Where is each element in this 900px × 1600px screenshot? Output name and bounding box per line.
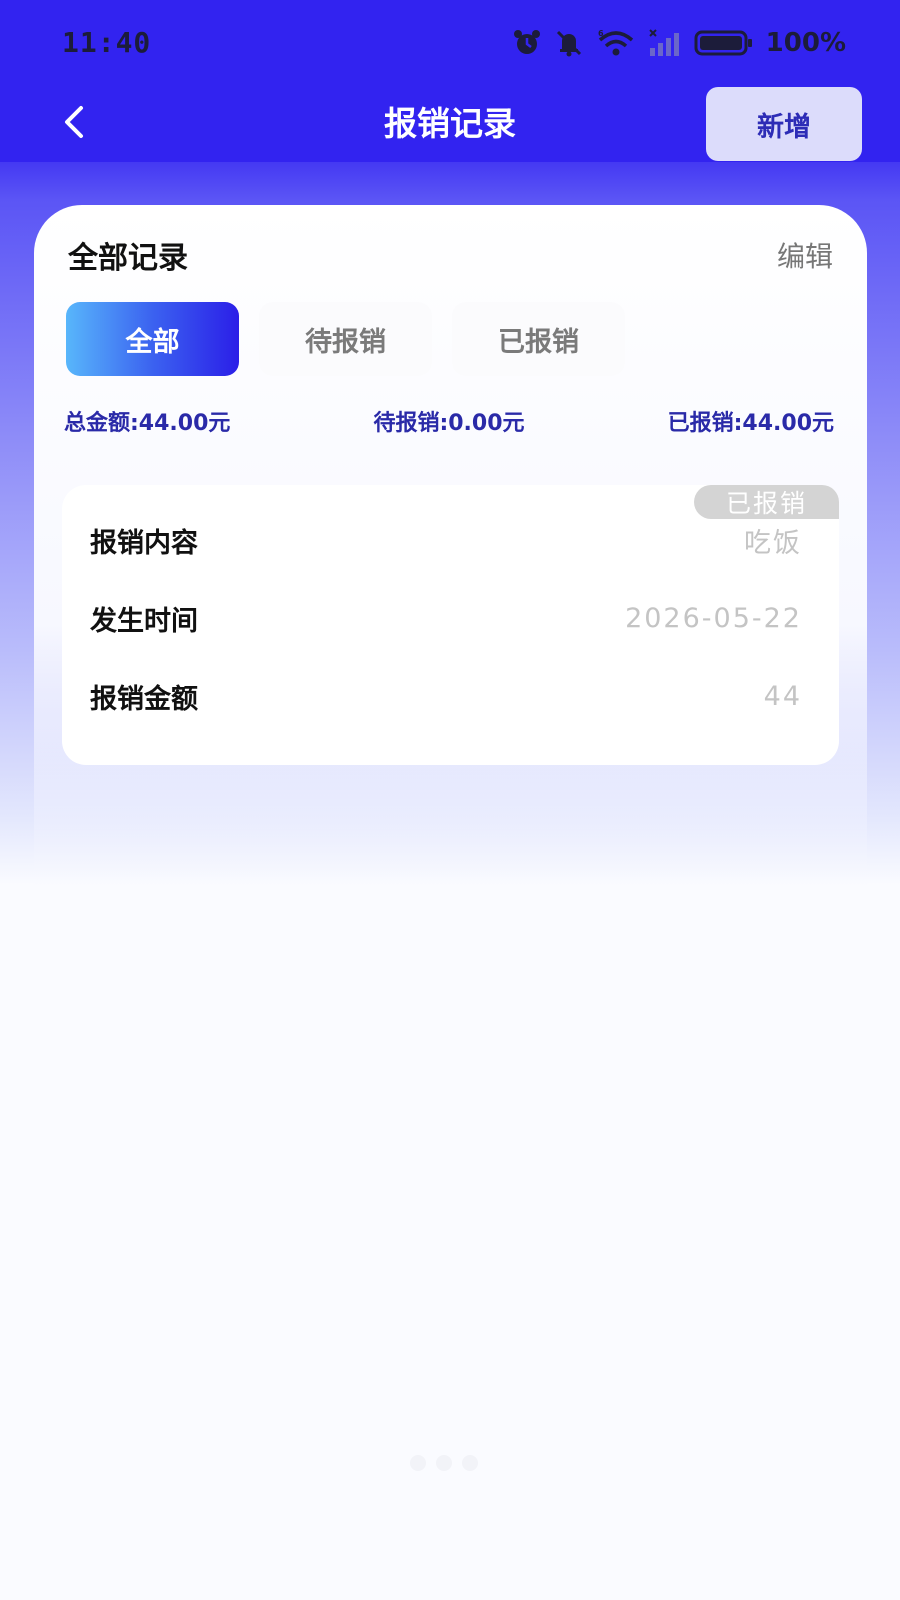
page-dot <box>462 1455 478 1471</box>
status-time: 11:40 <box>62 26 152 59</box>
record-row-amount: 报销金额 44 <box>90 677 802 716</box>
alarm-icon <box>512 28 542 58</box>
record-label: 报销金额 <box>90 684 198 715</box>
records-card: 全部记录 编辑 全部 待报销 已报销 总金额:44.00元 待报销:0.00元 … <box>34 205 867 905</box>
battery-icon <box>694 28 754 58</box>
amount-summary: 总金额:44.00元 待报销:0.00元 已报销:44.00元 <box>64 405 834 437</box>
record-label: 发生时间 <box>90 606 198 637</box>
record-value: 吃饭 <box>744 528 802 559</box>
signal-icon <box>648 28 682 58</box>
page-dot <box>410 1455 426 1471</box>
add-button[interactable]: 新增 <box>706 87 862 161</box>
record-row-content: 报销内容 吃饭 <box>90 521 802 560</box>
chevron-left-icon <box>59 104 89 144</box>
tab-all[interactable]: 全部 <box>66 302 239 376</box>
record-value: 44 <box>763 681 802 712</box>
record-status-badge: 已报销 <box>694 485 839 519</box>
battery-percent: 100% <box>765 28 846 58</box>
mute-icon <box>554 28 584 58</box>
tab-pending[interactable]: 待报销 <box>259 302 432 376</box>
record-value: 2026-05-22 <box>625 603 802 634</box>
page-dot <box>436 1455 452 1471</box>
filter-tabs: 全部 待报销 已报销 <box>66 302 625 376</box>
svg-text:6: 6 <box>598 29 604 38</box>
status-bar: 11:40 6 100% <box>0 0 900 88</box>
summary-pending: 待报销:0.00元 <box>373 411 525 436</box>
summary-total: 总金额:44.00元 <box>64 411 231 436</box>
record-row-date: 发生时间 2026-05-22 <box>90 599 802 638</box>
tab-reimbursed[interactable]: 已报销 <box>452 302 625 376</box>
wifi-icon: 6 <box>596 28 636 58</box>
edit-button[interactable]: 编辑 <box>777 235 833 275</box>
record-label: 报销内容 <box>90 528 198 559</box>
page-indicator <box>410 1455 478 1471</box>
card-title: 全部记录 <box>68 241 188 276</box>
back-button[interactable] <box>50 100 98 148</box>
summary-reimbursed: 已报销:44.00元 <box>667 411 834 436</box>
record-item[interactable]: 已报销 报销内容 吃饭 发生时间 2026-05-22 报销金额 44 <box>62 485 839 765</box>
status-icons: 6 100% <box>512 26 846 60</box>
